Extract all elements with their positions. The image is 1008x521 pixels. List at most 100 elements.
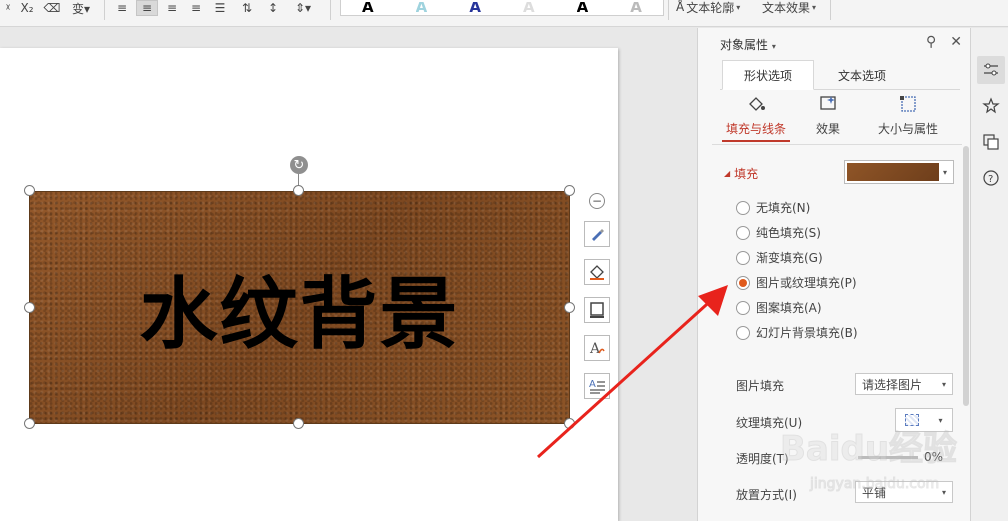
radio-slide-background-fill[interactable]: 幻灯片背景填充(B) bbox=[736, 324, 858, 341]
radio-button-checked[interactable] bbox=[736, 275, 750, 290]
tab-label: 形状选项 bbox=[743, 68, 792, 83]
svg-text:A: A bbox=[589, 379, 596, 390]
collapse-icon[interactable]: − bbox=[589, 193, 605, 209]
close-icon[interactable]: ✕ bbox=[950, 34, 962, 50]
tab-text-options[interactable]: 文本选项 bbox=[816, 60, 908, 90]
transparency-slider[interactable]: 0% bbox=[858, 446, 953, 468]
eraser-icon[interactable]: ⌫ bbox=[42, 0, 62, 16]
wordart-gallery[interactable]: AAAAAA bbox=[340, 0, 664, 16]
wordart-style-sample[interactable]: A bbox=[362, 2, 374, 14]
resize-handle-left[interactable] bbox=[24, 302, 35, 313]
text-outline-label: 文本轮廓 bbox=[686, 0, 735, 15]
text-outline-button[interactable]: Å 文本轮廓 ▾ bbox=[676, 0, 741, 15]
subtab-label: 填充与线条 bbox=[725, 122, 786, 136]
justify-icon[interactable]: ≡ bbox=[186, 0, 206, 16]
pane-scrollbar[interactable] bbox=[963, 146, 969, 406]
wordart-style-sample[interactable]: A bbox=[630, 2, 642, 14]
main-tab-strip: 形状选项 文本选项 bbox=[720, 60, 960, 90]
pane-window-controls: ⚲ ✕ bbox=[926, 34, 962, 50]
chevron-down-icon: ▾ bbox=[941, 487, 946, 497]
shape-outline-button[interactable] bbox=[584, 297, 610, 323]
phonetic-guide-icon[interactable]: 变▾ bbox=[66, 0, 96, 16]
fill-section-label: 填充 bbox=[734, 167, 759, 181]
picture-fill-select[interactable]: 请选择图片 ▾ bbox=[855, 373, 953, 395]
animation-rail-button[interactable] bbox=[977, 92, 1005, 120]
radio-no-fill[interactable]: 无填充(N) bbox=[736, 199, 810, 216]
radio-label: 渐变填充(G) bbox=[756, 251, 823, 265]
star-icon bbox=[982, 97, 1000, 114]
resize-handle-right[interactable] bbox=[564, 302, 575, 313]
tab-shape-options[interactable]: 形状选项 bbox=[722, 60, 814, 90]
sliders-icon bbox=[984, 63, 998, 76]
align-left-icon[interactable]: ≡ bbox=[112, 0, 132, 16]
radio-button[interactable] bbox=[736, 200, 750, 215]
toolbar-divider bbox=[830, 0, 831, 20]
distributed-align-icon[interactable]: ☰ bbox=[210, 0, 230, 16]
radio-button[interactable] bbox=[736, 300, 750, 315]
line-spacing-icon[interactable]: ↕ bbox=[262, 0, 284, 16]
resize-handle-top[interactable] bbox=[293, 185, 304, 196]
radio-pattern-fill[interactable]: 图案填充(A) bbox=[736, 299, 822, 316]
chevron-down-icon: ▾ bbox=[736, 2, 741, 12]
collapse-triangle-icon: ◢ bbox=[724, 169, 731, 178]
radio-gradient-fill[interactable]: 渐变填充(G) bbox=[736, 249, 823, 266]
radio-button[interactable] bbox=[736, 225, 750, 240]
wordart-style-sample[interactable]: A bbox=[469, 2, 481, 14]
shape-text[interactable]: 水纹背景 bbox=[139, 252, 459, 364]
properties-rail-button[interactable] bbox=[977, 56, 1005, 84]
wordart-style-sample[interactable]: A bbox=[577, 2, 589, 14]
radio-solid-fill[interactable]: 纯色填充(S) bbox=[736, 224, 821, 241]
shape-style-button[interactable] bbox=[584, 221, 610, 247]
wordart-style-sample[interactable]: A bbox=[523, 2, 535, 14]
text-wrap-icon: A bbox=[589, 379, 605, 394]
ribbon-toolbar: ᵡ X₂ ⌫ 变▾ ≡ ≡ ≡ ≡ ☰ ⇅ ↕ ⇕▾ A A A A A A Å 文本轮廓… bbox=[0, 0, 1008, 27]
help-icon: ? bbox=[983, 170, 999, 186]
resize-handle-bottom[interactable] bbox=[293, 418, 304, 429]
radio-button[interactable] bbox=[736, 325, 750, 340]
superscript-icon[interactable]: ᵡ bbox=[0, 0, 16, 16]
rotate-icon[interactable]: ↻ bbox=[290, 156, 308, 174]
align-center-icon[interactable]: ≡ bbox=[136, 0, 158, 16]
radio-label: 图案填充(A) bbox=[756, 301, 822, 315]
texture-icon bbox=[905, 414, 920, 426]
resize-handle-bottom-left[interactable] bbox=[24, 418, 35, 429]
text-fill-button[interactable]: A bbox=[584, 335, 610, 361]
chevron-down-icon: ▾ bbox=[812, 2, 817, 12]
pin-icon[interactable]: ⚲ bbox=[926, 34, 936, 50]
subtab-label: 效果 bbox=[815, 122, 840, 136]
svg-text:A: A bbox=[589, 341, 601, 357]
transparency-value[interactable]: 0% bbox=[924, 450, 943, 464]
radio-label: 纯色填充(S) bbox=[756, 226, 821, 240]
help-rail-button[interactable]: ? bbox=[977, 164, 1005, 192]
texture-fill-select[interactable]: ▾ bbox=[895, 408, 953, 432]
pane-title: 对象属性 bbox=[720, 38, 769, 52]
wordart-style-sample[interactable]: A bbox=[416, 2, 428, 14]
fill-texture-picker[interactable]: ▾ bbox=[844, 160, 954, 184]
placement-select[interactable]: 平铺 ▾ bbox=[855, 481, 953, 503]
radio-picture-texture-fill[interactable]: 图片或纹理填充(P) bbox=[736, 274, 857, 291]
radio-button[interactable] bbox=[736, 250, 750, 265]
shape-fill-button[interactable] bbox=[584, 259, 610, 285]
slider-track[interactable] bbox=[858, 455, 918, 459]
slide[interactable]: 水纹背景 ↻ − A A bbox=[0, 48, 618, 521]
transition-rail-button[interactable] bbox=[977, 128, 1005, 156]
subtab-effects[interactable]: 效果 bbox=[808, 94, 848, 142]
subscript-icon[interactable]: X₂ bbox=[16, 0, 38, 16]
align-right-icon[interactable]: ≡ bbox=[162, 0, 182, 16]
text-effect-button[interactable]: 文本效果 ▾ bbox=[762, 0, 817, 15]
subtab-fill-and-line[interactable]: 填充与线条 bbox=[722, 94, 790, 142]
text-wrap-button[interactable]: A bbox=[584, 373, 610, 399]
resize-handle-bottom-right[interactable] bbox=[564, 418, 575, 429]
texture-swatch bbox=[847, 163, 939, 181]
resize-handle-top-right[interactable] bbox=[564, 185, 575, 196]
pane-title-dropdown[interactable]: 对象属性 ▾ bbox=[720, 36, 776, 53]
subtab-size-and-properties[interactable]: 大小与属性 bbox=[860, 94, 956, 142]
fill-section-header[interactable]: ◢ 填充 bbox=[724, 165, 758, 182]
brush-icon bbox=[592, 229, 604, 241]
paragraph-spacing-icon[interactable]: ⇕▾ bbox=[288, 0, 318, 16]
placement-label: 放置方式(I) bbox=[736, 488, 797, 502]
resize-handle-top-left[interactable] bbox=[24, 185, 35, 196]
effects-icon bbox=[818, 94, 838, 114]
text-direction-icon[interactable]: ⇅ bbox=[236, 0, 258, 16]
textured-shape[interactable]: 水纹背景 bbox=[29, 191, 570, 424]
